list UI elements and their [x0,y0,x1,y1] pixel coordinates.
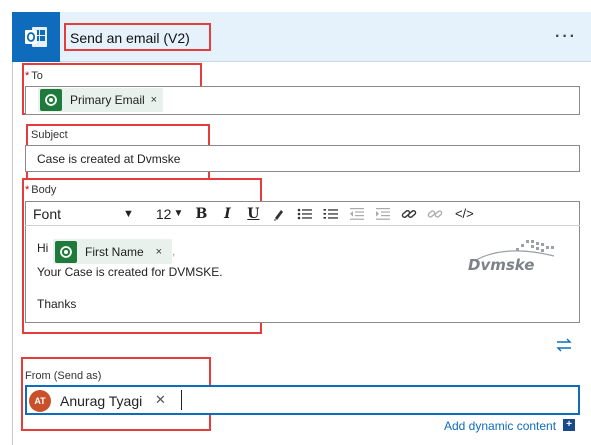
to-label: * To [25,70,43,82]
from-person-name: Anurag Tyagi [60,393,143,409]
numbered-list-icon[interactable] [323,205,339,223]
highlight-pen-icon[interactable] [271,205,287,223]
link-icon[interactable] [401,205,417,223]
swap-icon[interactable] [555,338,573,355]
subject-value: Case is created at Dvmske [37,152,181,166]
underline-button[interactable]: U [245,205,261,223]
italic-button[interactable]: I [219,205,235,223]
remove-token-button[interactable]: × [151,94,157,106]
first-name-label: First Name [85,244,144,259]
remove-token-button[interactable]: × [156,246,162,258]
remove-person-button[interactable]: ✕ [155,392,166,408]
from-label: From (Send as) [25,370,102,382]
chevron-down-icon[interactable]: ▼ [123,208,134,220]
primary-email-token[interactable]: Primary Email × [38,88,164,112]
dvmske-logo: Dvmske [466,238,558,274]
code-view-button[interactable]: </> [453,205,475,223]
rich-text-toolbar: Font ▼ 12 ▼ B I U </> [25,202,580,226]
more-options-button[interactable]: ··· [555,28,577,46]
add-dynamic-content-icon[interactable]: + [563,419,575,431]
highlight-title [64,23,211,51]
outlook-icon [12,12,60,62]
chevron-down-icon[interactable]: ▼ [173,208,183,219]
subject-label: Subject [31,129,68,141]
increase-indent-icon[interactable] [375,205,391,223]
first-name-token[interactable]: First Name × [53,239,173,264]
dataverse-icon [55,240,77,263]
token-suffix: , [172,244,176,258]
decrease-indent-icon[interactable] [349,205,365,223]
add-dynamic-content-link[interactable]: Add dynamic content [444,419,556,433]
avatar: AT [29,390,51,412]
body-label: * Body [25,184,57,196]
bullet-list-icon[interactable] [297,205,313,223]
dataverse-icon [40,89,62,111]
logo-text: Dvmske [468,256,534,272]
font-family-select[interactable]: Font [33,206,93,222]
unlink-icon[interactable] [427,205,443,223]
font-size-select[interactable]: 12 [156,206,172,222]
primary-email-label: Primary Email [70,93,145,107]
body-greeting: Hi [37,241,49,255]
body-line-3: Thanks [37,297,77,311]
text-cursor [181,390,182,410]
body-line-2: Your Case is created for DVMSKE. [37,265,223,279]
bold-button[interactable]: B [193,205,209,223]
